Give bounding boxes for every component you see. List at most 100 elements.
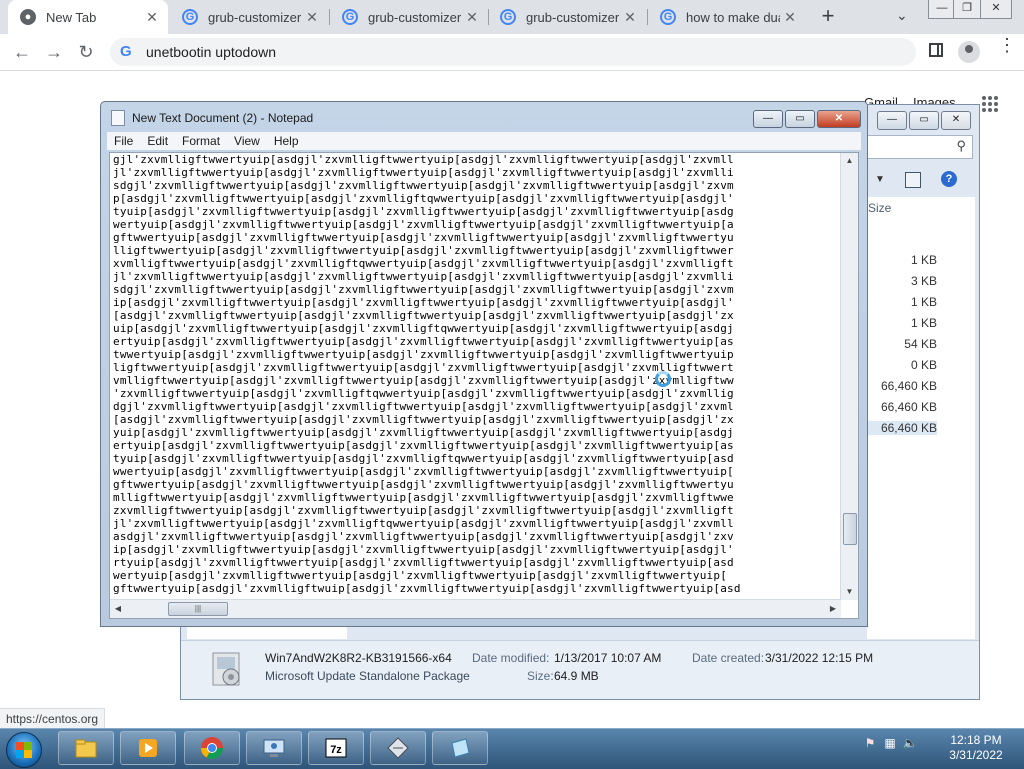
file-size[interactable]: 1 KB [867, 316, 937, 330]
horizontal-scroll-thumb[interactable]: ||| [168, 602, 228, 616]
tab-new-tab[interactable]: ● New Tab ✕ [8, 0, 168, 34]
menu-file[interactable]: File [107, 134, 140, 148]
close-window-button[interactable]: ✕ [980, 0, 1012, 19]
file-size[interactable]: 1 KB [867, 253, 937, 267]
explorer-command-bar: ▼ ? [867, 169, 977, 195]
taskbar-explorer-button[interactable] [58, 731, 114, 765]
notepad-text-line: tyuip[asdgjl'zxvmlligftwwertyuip[asdgjl'… [113, 205, 734, 218]
preview-pane-icon[interactable] [905, 172, 921, 188]
scroll-left-arrow-icon[interactable]: ◀ [110, 600, 126, 618]
close-tab-icon[interactable]: ✕ [142, 9, 162, 26]
horizontal-scrollbar[interactable]: ◀ ||| ▶ [110, 599, 841, 618]
google-icon: G [342, 9, 358, 25]
notepad-text-line: wwertyuip[asdgjl'zxvmlligftwwertyuip[asd… [113, 465, 734, 478]
clock-time: 12:18 PM [950, 733, 1002, 747]
chrome-menu-icon[interactable]: ⋮ [998, 36, 1016, 54]
disk-image-icon [387, 737, 409, 759]
notepad-minimize-button[interactable]: — [753, 110, 783, 128]
notepad-text-line: ertyuip[asdgjl'zxvmlligftwwertyuip[asdgj… [113, 335, 734, 348]
notepad-text-line: rtyuip[asdgjl'zxvmlligftwwertyuip[asdgjl… [113, 556, 734, 569]
close-tab-icon[interactable]: ✕ [302, 9, 322, 26]
start-button[interactable] [6, 732, 42, 768]
network-icon[interactable]: ▦ [882, 735, 898, 751]
file-size[interactable]: 3 KB [867, 274, 937, 288]
windows-logo-icon [16, 742, 32, 758]
close-tab-icon[interactable]: ✕ [462, 9, 482, 26]
notepad-text-line: yuip[asdgjl'zxvmlligftwwertyuip[asdgjl'z… [113, 426, 734, 439]
notepad-text-line: [asdgjl'zxvmlligftwwertyuip[asdgjl'zxvml… [113, 309, 734, 322]
explorer-close-button[interactable]: ✕ [941, 111, 971, 130]
scroll-up-arrow-icon[interactable]: ▲ [841, 153, 858, 169]
explorer-maximize-button[interactable]: ▭ [909, 111, 939, 130]
file-size[interactable]: 66,460 KB [867, 400, 937, 414]
tab-title: New Tab [46, 9, 97, 25]
tab-title: grub-customizer d [368, 9, 462, 25]
menu-format[interactable]: Format [175, 134, 227, 148]
file-size[interactable]: 66,460 KB [867, 379, 937, 393]
view-options-chevron-icon[interactable]: ▼ [875, 174, 885, 185]
tab-grub-customizer-2[interactable]: G grub-customizer d ✕ [330, 0, 488, 34]
taskbar-disk-image-button[interactable] [370, 731, 426, 765]
file-size-selected[interactable]: 66,460 KB [867, 421, 937, 435]
notepad-text-line: 'zxvmlligftwwertyuip[asdgjl'zxvmlligftqw… [113, 387, 734, 400]
scroll-down-arrow-icon[interactable]: ▼ [841, 584, 858, 600]
browser-toolbar: ← → ↻ G unetbootin uptodown [0, 34, 1024, 71]
tab-grub-customizer-3[interactable]: G grub-customizer d ✕ [488, 0, 646, 34]
menu-edit[interactable]: Edit [140, 134, 175, 148]
profile-avatar[interactable] [958, 41, 980, 63]
explorer-minimize-button[interactable]: — [877, 111, 907, 130]
restore-button[interactable]: ❐ [953, 0, 981, 19]
google-apps-icon[interactable] [982, 96, 998, 112]
notepad-text-line: ip[asdgjl'zxvmlligftwwertyuip[asdgjl'zxv… [113, 543, 734, 556]
notepad-maximize-button[interactable]: ▭ [785, 110, 815, 128]
date-created-value: 3/31/2022 12:15 PM [765, 651, 874, 665]
new-tab-button[interactable]: + [816, 4, 840, 30]
side-panel-icon[interactable] [929, 43, 943, 57]
notepad-text-area[interactable]: gjl'zxvmlligftwwertyuip[asdgjl'zxvmlligf… [109, 152, 859, 619]
vertical-scrollbar[interactable]: ▲ ▼ [840, 153, 858, 600]
notepad-close-button[interactable]: ✕ [817, 110, 861, 128]
close-tab-icon[interactable]: ✕ [780, 9, 800, 26]
chrome-icon: ● [20, 9, 36, 25]
volume-icon[interactable]: 🔈 [902, 735, 918, 751]
forward-arrow-icon[interactable]: → [42, 40, 66, 64]
address-text: unetbootin uptodown [146, 44, 276, 60]
address-bar[interactable]: G unetbootin uptodown [110, 38, 916, 66]
back-arrow-icon[interactable]: ← [10, 40, 34, 64]
file-size[interactable]: 54 KB [867, 337, 937, 351]
close-tab-icon[interactable]: ✕ [620, 9, 640, 26]
tab-dual-boot[interactable]: G how to make dual ✕ [648, 0, 806, 34]
explorer-search-input[interactable]: ⚲ [867, 135, 973, 159]
tab-search-chevron-icon[interactable]: ⌄ [896, 7, 908, 24]
notepad-title: New Text Document (2) - Notepad [132, 111, 314, 125]
file-size[interactable]: 0 KB [867, 358, 937, 372]
date-created-label: Date created: [692, 651, 765, 665]
taskbar-clock[interactable]: 12:18 PM 3/31/2022 [940, 733, 1012, 763]
tab-grub-customizer-1[interactable]: G grub-customizer d ✕ [170, 0, 328, 34]
notepad-text-line: uip[asdgjl'zxvmlligftwwertyuip[asdgjl'zx… [113, 322, 734, 335]
notepad-text-line: dgjl'zxvmlligftwwertyuip[asdgjl'zxvmllig… [113, 400, 734, 413]
notepad-text-line: mlligftwwertyuip[asdgjl'zxvmlligftwwerty… [113, 491, 734, 504]
taskbar-chrome-button[interactable] [184, 731, 240, 765]
taskbar-media-player-button[interactable] [120, 731, 176, 765]
notepad-text-content[interactable]: gjl'zxvmlligftwwertyuip[asdgjl'zxvmlligf… [113, 153, 839, 598]
notepad-text-line: p[asdgjl'zxvmlligftwwertyuip[asdgjl'zxvm… [113, 192, 734, 205]
notepad-icon [451, 738, 470, 758]
tab-title: how to make dual [686, 9, 780, 25]
action-center-flag-icon[interactable]: ⚑ [862, 735, 878, 751]
scroll-right-arrow-icon[interactable]: ▶ [825, 600, 841, 618]
column-header-size[interactable]: Size [867, 201, 891, 215]
menu-view[interactable]: View [227, 134, 267, 148]
vertical-scroll-thumb[interactable] [843, 513, 857, 545]
taskbar-7zip-button[interactable]: 7z [308, 731, 364, 765]
details-pane: Win7AndW2K8R2-KB3191566-x64 Microsoft Up… [181, 640, 979, 699]
svg-text:7z: 7z [330, 744, 342, 756]
taskbar-notepad-button[interactable] [432, 731, 488, 765]
taskbar-remote-desktop-button[interactable] [246, 731, 302, 765]
reload-icon[interactable]: ↻ [74, 40, 98, 64]
minimize-button[interactable]: — [928, 0, 956, 19]
status-bar-url: https://centos.org [0, 708, 106, 730]
help-icon[interactable]: ? [941, 171, 957, 187]
menu-help[interactable]: Help [267, 134, 306, 148]
file-size[interactable]: 1 KB [867, 295, 937, 309]
